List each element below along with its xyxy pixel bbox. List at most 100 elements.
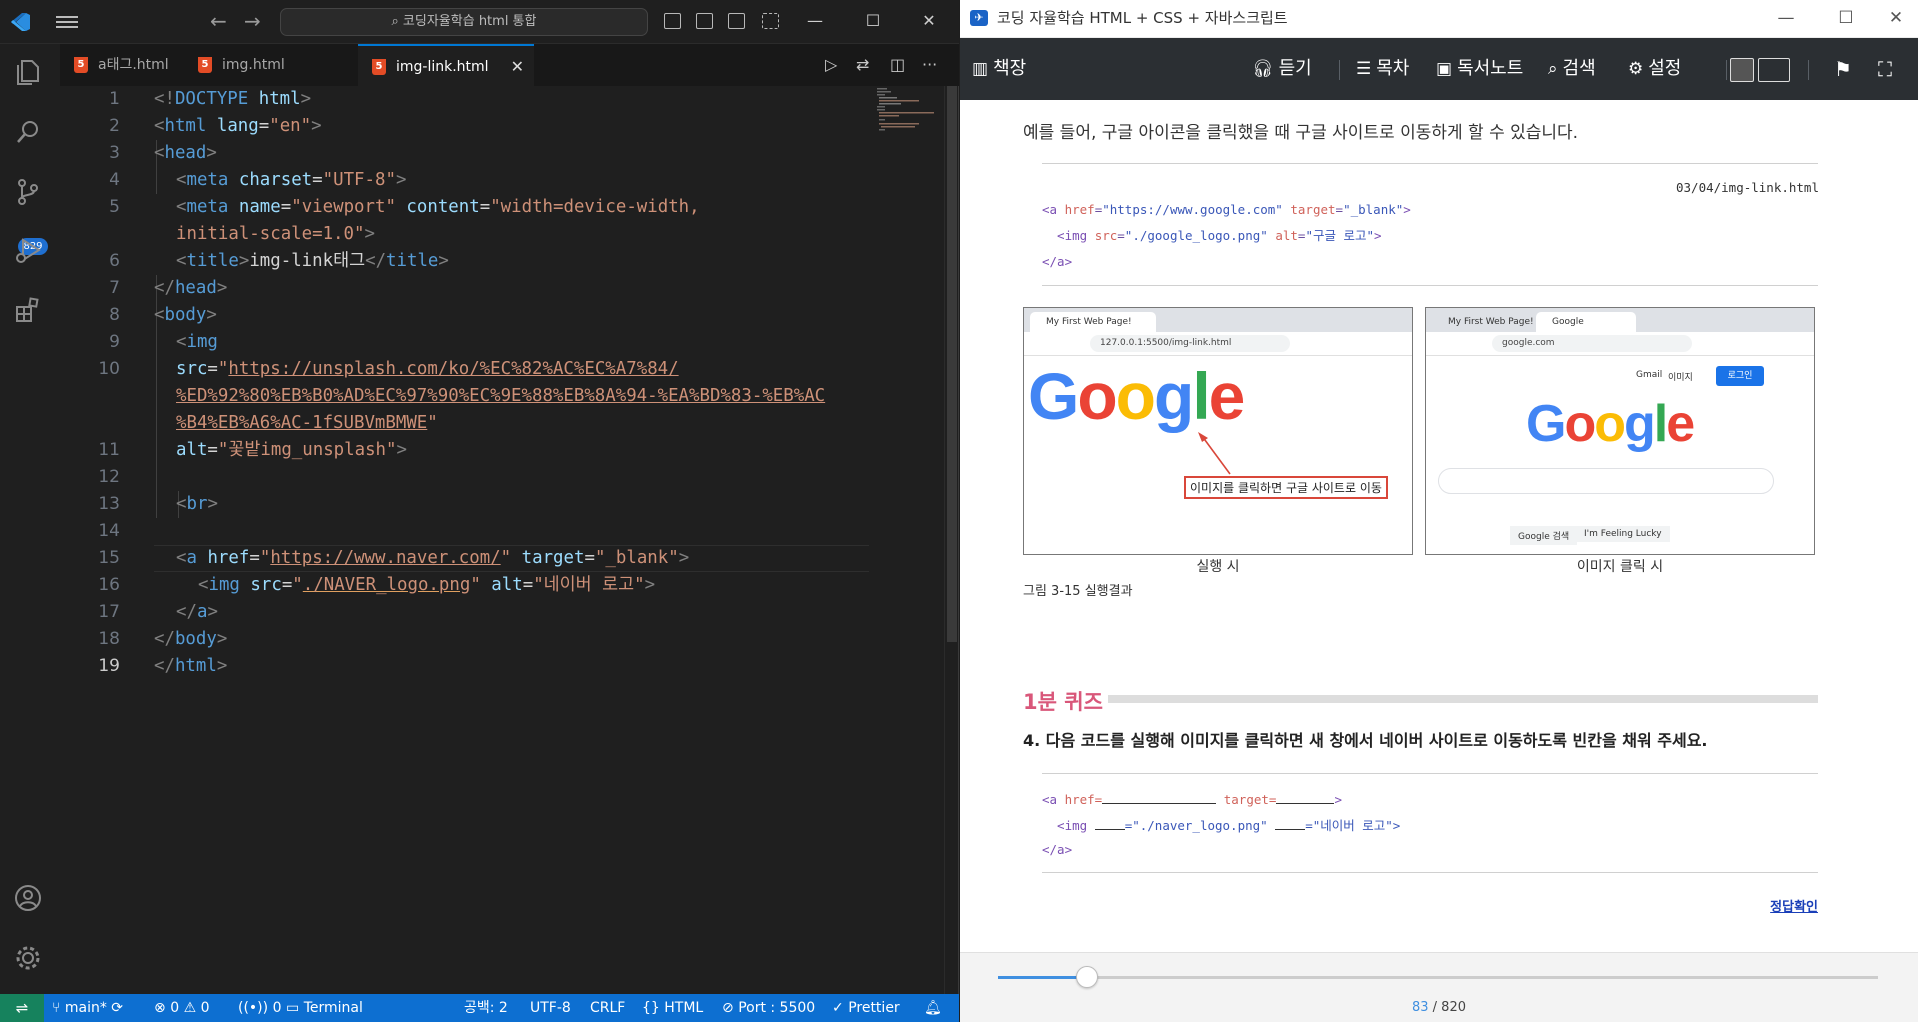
run-debug-icon[interactable] (12, 234, 44, 266)
port-label: Port : 5500 (738, 1000, 816, 1016)
code-box-bottom-rule (1042, 285, 1818, 286)
prettier-status[interactable]: ✓ Prettier (832, 994, 900, 1022)
minimize-icon[interactable]: — (800, 8, 830, 34)
reader-titlebar: ✈ 코딩 자율학습 HTML + CSS + 자바스크립트 — ☐ ✕ (960, 0, 1918, 38)
code-line-10-wrap-1: %ED%92%80%EB%B0%AD%EC%97%90%EC%9E%88%EB%… (176, 383, 825, 410)
toggle-panel-icon[interactable] (696, 13, 713, 29)
quiz-blank[interactable] (1276, 790, 1335, 804)
remote-icon[interactable]: ⇌ (0, 994, 44, 1022)
compare-changes-icon[interactable]: ⇄ (856, 56, 869, 74)
line-number: 13 (98, 494, 120, 514)
close-window-icon[interactable]: ✕ (914, 8, 944, 34)
quiz-blank[interactable] (1275, 816, 1306, 830)
minimap[interactable] (875, 86, 945, 136)
maximize-icon[interactable]: ☐ (1828, 5, 1864, 31)
tab-a-tag[interactable]: 5 a태그.html (60, 44, 184, 86)
quiz-code-top-rule (1042, 773, 1818, 774)
minimize-icon[interactable]: — (1768, 5, 1804, 31)
line-number: 14 (98, 521, 120, 541)
line-number: 4 (109, 170, 120, 190)
run-icon[interactable]: ▷ (825, 56, 837, 74)
ports-count: 0 (272, 1000, 282, 1016)
answer-check-link[interactable]: 정답확인 (1770, 896, 1818, 915)
code-line-16: <img src="./NAVER_logo.png" alt="네이버 로고"… (198, 575, 656, 595)
search-icon: ⌕ (1548, 59, 1558, 79)
unsplash-link-cont[interactable]: %B4%EB%A6%AC-1fSUBVmBMWE (176, 413, 427, 433)
sync-icon: ⟳ (111, 1000, 124, 1016)
live-server-port[interactable]: ⊘ Port : 5500 (722, 994, 815, 1022)
command-center-search[interactable]: ⌕ 코딩자율학습 html 통합 (280, 8, 648, 36)
ebook-reader-window: ✈ 코딩 자율학습 HTML + CSS + 자바스크립트 — ☐ ✕ ▥ 책장 … (960, 0, 1918, 1022)
example-code-line-3: </a> (1042, 254, 1073, 269)
total-pages: / 820 (1432, 1000, 1466, 1015)
search-button[interactable]: ⌕ 검색 (1548, 38, 1596, 100)
bookmark-icon[interactable]: ⚑ (1834, 38, 1852, 100)
tab-img[interactable]: 5 img.html (184, 44, 356, 86)
prettier-label: Prettier (848, 1000, 900, 1016)
tab-img-link[interactable]: 5 img-link.html ✕ (358, 44, 534, 86)
notifications-bell-icon[interactable]: 🔔︎ (924, 994, 942, 1022)
account-icon[interactable] (12, 882, 44, 914)
line-number: 9 (109, 332, 120, 352)
toggle-sidebar-icon[interactable] (664, 13, 681, 29)
fullscreen-icon[interactable]: ⛶ (1878, 38, 1892, 100)
editor-scrollbar[interactable] (944, 86, 958, 994)
warning-icon: ⚠ (183, 1000, 201, 1016)
source-control-icon[interactable] (12, 176, 44, 208)
customize-layout-icon[interactable] (762, 13, 779, 29)
images-link: 이미지 (1668, 373, 1693, 383)
encoding-status[interactable]: UTF-8 (530, 994, 571, 1022)
naver-link[interactable]: https://www.naver.com/ (270, 548, 500, 568)
back-arrow-icon[interactable]: ← (210, 10, 227, 32)
problems-status[interactable]: ⊗ 0 ⚠ 0 (154, 994, 210, 1022)
close-window-icon[interactable]: ✕ (1878, 5, 1914, 31)
settings-button[interactable]: ⚙ 설정 (1628, 38, 1681, 100)
forward-arrow-icon[interactable]: → (244, 10, 261, 32)
toc-button[interactable]: ☰ 목차 (1356, 38, 1409, 100)
error-icon: ⊗ (154, 1000, 171, 1016)
unsplash-link-cont[interactable]: %ED%92%80%EB%B0%AD%EC%97%90%EC%9E%88%EB%… (176, 386, 825, 406)
settings-gear-icon[interactable] (12, 942, 44, 974)
quiz-blank[interactable] (1102, 790, 1217, 804)
single-page-view-icon[interactable] (1730, 58, 1754, 82)
line-number: 10 (98, 359, 120, 379)
line-number: 6 (109, 251, 120, 271)
split-editor-icon[interactable]: ◫ (890, 56, 905, 74)
ports-status[interactable]: ((•)) 0 (238, 994, 281, 1022)
more-actions-icon[interactable]: ··· (922, 56, 937, 74)
listen-button[interactable]: 🎧︎ 듣기 (1252, 38, 1312, 100)
explorer-icon[interactable] (12, 56, 44, 88)
notes-button[interactable]: ▣ 독서노트 (1436, 38, 1523, 100)
browser-tab: Google (1536, 312, 1636, 332)
listen-label: 듣기 (1278, 58, 1312, 79)
line-number: 7 (109, 278, 120, 298)
language-mode[interactable]: {} HTML (642, 994, 703, 1022)
code-editor[interactable]: 1 2 3 4 5 6 7 8 9 10 11 12 13 14 15 16 1… (60, 86, 944, 994)
bookshelf-button[interactable]: ▥ 책장 (972, 38, 1026, 100)
browser-tab: My First Web Page! (1432, 312, 1534, 332)
branch-status[interactable]: ⑂ main* ⟳ (52, 994, 123, 1022)
eol-status[interactable]: CRLF (590, 994, 625, 1022)
terminal-button[interactable]: ▭ Terminal (286, 994, 363, 1022)
page-slider-track[interactable] (998, 976, 1878, 979)
browser-tabstrip: My First Web Page! Google (1426, 308, 1814, 332)
browser-address-bar: 127.0.0.1:5500/img-link.html (1024, 332, 1412, 356)
double-page-view-icon[interactable] (1758, 58, 1790, 82)
search-icon[interactable] (12, 116, 44, 148)
maximize-icon[interactable]: ☐ (858, 8, 888, 34)
notebook-icon: ▣ (1436, 59, 1453, 79)
browser-tabstrip: My First Web Page! (1024, 308, 1412, 332)
toggle-secondary-sidebar-icon[interactable] (728, 13, 745, 29)
close-tab-icon[interactable]: ✕ (511, 46, 524, 88)
callout-arrow-icon (1198, 432, 1231, 475)
indentation-status[interactable]: 공백: 2 (464, 994, 508, 1022)
page-slider-handle[interactable] (1075, 966, 1098, 988)
scrollbar-thumb[interactable] (947, 86, 957, 642)
extensions-icon[interactable] (12, 294, 44, 326)
line-number: 12 (98, 467, 120, 487)
quiz-blank[interactable] (1094, 816, 1125, 830)
example-filename: 03/04/img-link.html (1676, 180, 1819, 195)
menu-icon[interactable] (56, 13, 78, 31)
unsplash-link[interactable]: https://unsplash.com/ko/%EC%82%AC%EC%A7%… (228, 359, 678, 379)
naver-logo-path[interactable]: ./NAVER_logo.png (303, 575, 471, 595)
